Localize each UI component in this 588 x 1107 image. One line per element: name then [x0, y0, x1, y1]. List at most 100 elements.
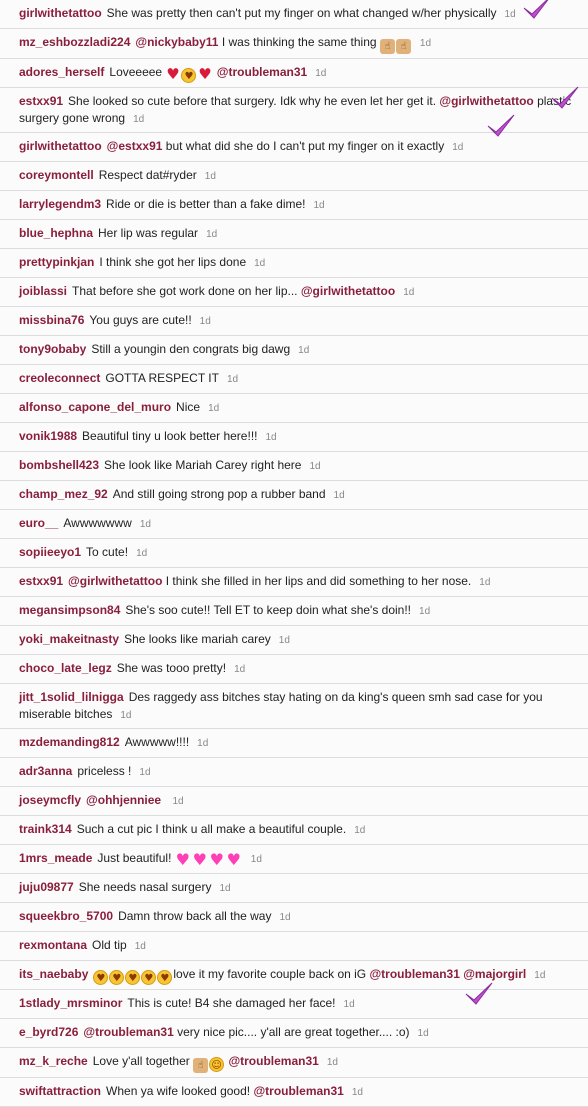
comment-username[interactable]: alfonso_capone_del_muro [19, 400, 171, 414]
comment-username[interactable]: jitt_1solid_lilnigga [19, 690, 124, 704]
comment-username[interactable]: missbina76 [19, 313, 84, 327]
comment-username[interactable]: tony9obaby [19, 342, 86, 356]
comment-username[interactable]: sopiieeyo1 [19, 545, 81, 559]
comment-username[interactable]: creoleconnect [19, 371, 100, 385]
comment-username[interactable]: squeekbro_5700 [19, 909, 113, 923]
pink-heart-emoji: ♥ [192, 850, 207, 869]
kiss-face-emoji: ♥ [141, 970, 157, 985]
comment-username[interactable]: choco_late_legz [19, 661, 112, 675]
comment-username[interactable]: its_naebaby [19, 967, 88, 981]
comment-row: adores_herself Loveeeee ♥ ♥ ♥ @troubleman31… [0, 59, 588, 88]
comment-text: Old tip [92, 938, 127, 952]
comment-username[interactable]: 1stlady_mrsminor [19, 996, 122, 1010]
comment-timestamp: 1d [139, 519, 151, 530]
kiss-face-emoji: ♥ [93, 970, 109, 985]
comment-username[interactable]: yoki_makeitnasty [19, 632, 119, 646]
comment-timestamp: 1d [265, 432, 277, 443]
pink-heart-emoji: ♥ [226, 850, 241, 869]
comment-timestamp: 1d [354, 825, 366, 836]
comment-username[interactable]: mz_k_reche [19, 1054, 88, 1068]
comment-username[interactable]: blue_hephna [19, 226, 93, 240]
comment-text: very nice pic.... y'all are great togeth… [177, 1025, 410, 1039]
comment-row: jitt_1solid_lilnigga Des raggedy ass bitc… [0, 684, 588, 729]
comment-username[interactable]: megansimpson84 [19, 603, 120, 617]
comment-timestamp: 1d [208, 403, 220, 414]
comment-username[interactable]: joiblassi [19, 284, 67, 298]
comment-row: girlwithetattoo She was pretty then can't… [0, 0, 588, 29]
comment-username[interactable]: larrylegendm3 [19, 197, 101, 211]
comment-username[interactable]: coreymontell [19, 168, 94, 182]
checkmark-icon [486, 112, 516, 138]
comment-text: Damn throw back all the way [118, 909, 272, 923]
comment-username[interactable]: champ_mez_92 [19, 487, 108, 501]
comment-row: vonik1988 Beautiful tiny u look better he… [0, 423, 588, 452]
thumbs-up-emoji: ☝ [193, 1058, 209, 1073]
comment-username[interactable]: estxx91 [19, 94, 63, 108]
comment-username[interactable]: juju09877 [19, 880, 74, 894]
comment-text: but what did she do I can't put my finge… [165, 139, 445, 153]
comment-username[interactable]: adores_herself [19, 65, 104, 79]
comment-username[interactable]: euro__ [19, 516, 58, 530]
comment-username[interactable]: mz_eshbozzladi224 [19, 35, 130, 49]
comment-mention[interactable]: @nickybaby11 [135, 35, 218, 49]
thumbs-up-emoji: ☝ [379, 39, 395, 54]
comment-mention[interactable]: @girlwithetattoo [68, 574, 162, 588]
comment-username[interactable]: mzdemanding812 [19, 735, 120, 749]
comment-username[interactable]: 1mrs_meade [19, 851, 92, 865]
comment-text: Her lip was regular [98, 226, 199, 240]
comment-text: Respect dat#ryder [98, 168, 197, 182]
comment-text: You guys are cute!! [89, 313, 192, 327]
comment-username[interactable]: adr3anna [19, 764, 72, 778]
pink-heart-emoji: ♥ [209, 850, 224, 869]
comment-mention[interactable]: @troubleman31 [83, 1025, 173, 1039]
smile-face-emoji: ☺ [209, 1057, 225, 1072]
comment-text: She look like Mariah Carey right here [104, 458, 302, 472]
comment-mention[interactable]: @troubleman31 [253, 1084, 343, 1098]
comment-timestamp: 1d [315, 68, 327, 79]
comment-username[interactable]: prettypinkjan [19, 255, 94, 269]
comment-mention[interactable]: @girlwithetattoo [301, 284, 395, 298]
comment-username[interactable]: rexmontana [19, 938, 87, 952]
comment-row: swiftattraction When ya wife looked good!… [0, 1078, 588, 1107]
comment-row: yoki_makeitnasty She looks like mariah ca… [0, 626, 588, 655]
comment-mention[interactable]: @troubleman31 [228, 1054, 318, 1068]
comment-username[interactable]: bombshell423 [19, 458, 99, 472]
comment-row: mz_k_reche Love y'all together ☝ ☺ @troubl… [0, 1048, 588, 1078]
comment-username[interactable]: estxx91 [19, 574, 63, 588]
comment-username[interactable]: traink314 [19, 822, 72, 836]
comment-timestamp: 1d [452, 142, 464, 153]
comment-username[interactable]: girlwithetattoo [19, 139, 102, 153]
comment-mention[interactable]: @troubleman31 @majorgirl [369, 967, 526, 981]
comment-username[interactable]: girlwithetattoo [19, 6, 102, 20]
comment-mention[interactable]: @troubleman31 [217, 65, 307, 79]
comment-text: priceless ! [77, 764, 132, 778]
comment-text: This is cute! B4 she damaged her face! [127, 996, 336, 1010]
heart-emoji: ♥ [198, 65, 212, 83]
comment-username[interactable]: swiftattraction [19, 1084, 101, 1098]
comment-mention[interactable]: @girlwithetattoo [439, 94, 533, 108]
comment-username[interactable]: vonik1988 [19, 429, 77, 443]
comment-mention[interactable]: @ohhjenniee [86, 793, 161, 807]
comment-text: She was pretty then can't put my finger … [106, 6, 497, 20]
comment-text: Awwwww!!!! [124, 735, 190, 749]
comment-timestamp: 1d [133, 114, 145, 125]
checkmark-icon [522, 0, 552, 20]
comment-timestamp: 1d [250, 854, 262, 865]
comment-row: choco_late_legz She was tooo pretty! 1d [0, 655, 588, 684]
comment-username[interactable]: joseymcfly [19, 793, 81, 807]
comment-row: alfonso_capone_del_muro Nice 1d [0, 394, 588, 423]
checkmark-icon [464, 980, 494, 1006]
comment-row: blue_hephna Her lip was regular 1d [0, 220, 588, 249]
comment-timestamp: 1d [479, 577, 491, 588]
comment-timestamp: 1d [279, 912, 291, 923]
comment-row: megansimpson84 She's soo cute!! Tell ET t… [0, 597, 588, 626]
comment-row: mz_eshbozzladi224 @nickybaby11 I was thin… [0, 29, 588, 59]
comment-row: 1stlady_mrsminor This is cute! B4 she dam… [0, 990, 588, 1019]
comment-row: creoleconnect GOTTA RESPECT IT 1d [0, 365, 588, 394]
comment-mention[interactable]: @estxx91 [107, 139, 163, 153]
comment-timestamp: 1d [309, 461, 321, 472]
comment-row: squeekbro_5700 Damn throw back all the wa… [0, 903, 588, 932]
comment-row: estxx91 @girlwithetattoo I think she fill… [0, 568, 588, 597]
comment-username[interactable]: e_byrd726 [19, 1025, 78, 1039]
comment-text: Just beautiful! [97, 851, 172, 865]
